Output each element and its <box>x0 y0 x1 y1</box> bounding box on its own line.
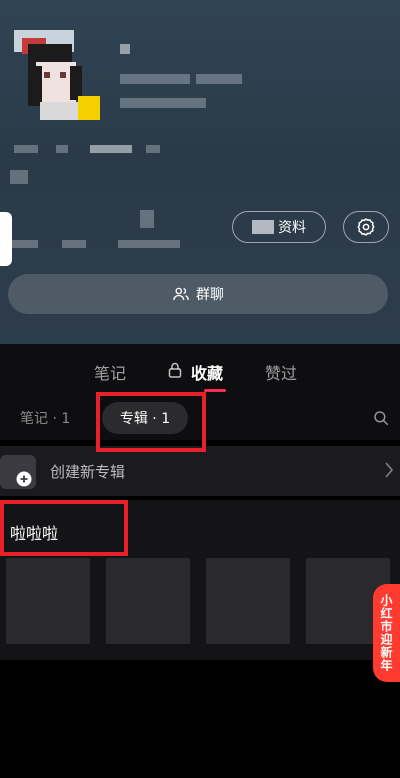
album-cover-placeholder <box>0 455 36 489</box>
bio-placeholder <box>90 145 132 153</box>
empty-area <box>0 660 400 778</box>
create-album-row[interactable]: 创建新专辑 <box>0 446 400 496</box>
fans-count-placeholder <box>62 240 86 248</box>
content-tabs: 笔记 收藏 赞过 <box>0 344 400 394</box>
subtab-notes[interactable]: 笔记 · 1 <box>20 408 70 428</box>
bio-placeholder <box>14 145 38 153</box>
edit-profile-prefix-placeholder <box>252 220 274 234</box>
album-thumbnail <box>106 558 190 644</box>
plus-icon <box>16 471 32 487</box>
promo-badge-text: 小红市迎新年 <box>379 594 393 672</box>
ip-placeholder <box>196 74 242 84</box>
highlight-albums-tab <box>96 392 206 452</box>
lock-icon <box>168 362 182 378</box>
album-thumbnail <box>6 558 90 644</box>
group-chat-button[interactable]: 群聊 <box>8 274 388 314</box>
follow-count-placeholder <box>10 240 38 248</box>
avatar[interactable] <box>14 22 100 122</box>
active-tab-indicator <box>204 389 226 392</box>
chevron-right-icon <box>385 462 394 478</box>
edit-profile-button[interactable]: 资料 <box>232 211 326 243</box>
create-album-label: 创建新专辑 <box>50 462 126 481</box>
promo-badge[interactable]: 小红市迎新年 <box>373 584 400 682</box>
tab-notes[interactable]: 笔记 <box>94 360 126 384</box>
tab-favorites[interactable]: 收藏 <box>191 360 223 384</box>
nickname-placeholder <box>120 44 130 54</box>
group-chat-label: 群聊 <box>196 287 224 303</box>
id-placeholder <box>120 74 190 84</box>
album-thumbnail <box>206 558 290 644</box>
bio-placeholder <box>140 210 154 228</box>
qr-placeholder <box>120 98 206 108</box>
highlight-album-title <box>0 500 128 556</box>
gear-icon <box>357 218 375 236</box>
bio-placeholder <box>56 145 68 153</box>
profile-header: 资料 群聊 <box>0 0 400 344</box>
edit-profile-label: 资料 <box>278 220 306 236</box>
bio-placeholder <box>146 145 160 153</box>
tab-liked[interactable]: 赞过 <box>265 360 297 384</box>
decorative-edge <box>0 212 12 266</box>
likes-count-placeholder <box>118 240 180 248</box>
settings-button[interactable] <box>343 211 389 243</box>
search-icon[interactable] <box>372 409 390 427</box>
users-icon <box>173 287 189 301</box>
bio-placeholder <box>10 170 28 184</box>
